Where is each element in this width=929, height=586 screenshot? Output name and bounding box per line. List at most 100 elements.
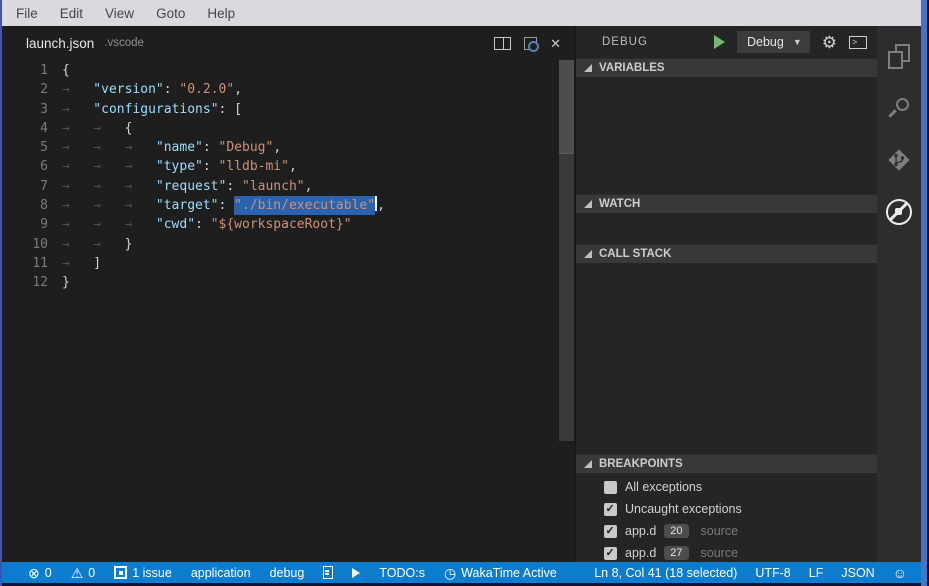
code-token: ] <box>93 254 101 273</box>
breakpoint-row-uncaught-exceptions[interactable]: Uncaught exceptions <box>576 498 877 520</box>
breakpoint-row-app-d-20[interactable]: app.d 20 source <box>576 520 877 542</box>
code-token: "target" <box>156 196 219 215</box>
code-line[interactable]: 6→→→"type": "lldb-mi", <box>2 157 575 176</box>
checkbox[interactable] <box>604 547 617 560</box>
code-line[interactable]: 7→→→"request": "launch", <box>2 177 575 196</box>
error-count[interactable]: ⊗ 0 <box>28 566 52 580</box>
tab-whitespace-icon: → <box>93 138 124 157</box>
section-header-watch[interactable]: WATCH <box>576 194 877 213</box>
line-number: 3 <box>2 100 48 119</box>
code-line[interactable]: 8→→→"target": "./bin/executable", <box>2 196 575 215</box>
breakpoint-label: app.d <box>625 546 656 560</box>
error-icon: ⊗ <box>28 566 40 580</box>
call-stack-body <box>576 263 877 454</box>
debug-console-icon[interactable]: > <box>849 36 867 49</box>
section-header-call-stack[interactable]: CALL STACK <box>576 244 877 263</box>
variables-header-label: VARIABLES <box>599 62 665 74</box>
code-token: { <box>62 61 70 80</box>
code-token: { <box>125 119 133 138</box>
todo-status[interactable]: TODO:s <box>379 566 425 580</box>
menu-item-edit[interactable]: Edit <box>49 6 94 21</box>
tab-whitespace-icon: → <box>93 119 124 138</box>
tab-whitespace-icon: → <box>62 138 93 157</box>
breakpoints-body: All exceptions Uncaught exceptions app.d… <box>576 473 877 562</box>
code-token: "${workspaceRoot}" <box>211 215 352 234</box>
encoding-status[interactable]: UTF-8 <box>755 566 790 580</box>
start-debug-icon[interactable] <box>714 35 725 49</box>
code-line[interactable]: 1{ <box>2 61 575 80</box>
code-line[interactable]: 4→→{ <box>2 119 575 138</box>
window-border-left <box>0 0 2 586</box>
code-token: , <box>234 80 242 99</box>
cursor-position-status[interactable]: Ln 8, Col 41 (18 selected) <box>594 566 737 580</box>
tab-launch-json[interactable]: launch.json <box>26 36 94 51</box>
git-icon[interactable] <box>877 134 921 186</box>
menu-item-file[interactable]: File <box>16 6 49 21</box>
breakpoint-label: Uncaught exceptions <box>625 502 742 516</box>
debug-config-value: Debug <box>747 35 784 49</box>
tab-whitespace-icon: → <box>93 215 124 234</box>
code-token: , <box>273 138 281 157</box>
code-token: : <box>203 138 219 157</box>
line-number: 12 <box>2 273 48 292</box>
line-number: 5 <box>2 138 48 157</box>
document-icon <box>323 566 333 579</box>
issues-status[interactable]: 1 issue <box>114 566 172 580</box>
checkbox[interactable] <box>604 503 617 516</box>
feedback-status[interactable]: ☺ <box>893 566 907 580</box>
checkbox[interactable] <box>604 481 617 494</box>
menu-item-view[interactable]: View <box>94 6 145 21</box>
menu-item-goto[interactable]: Goto <box>145 6 196 21</box>
tab-path-hint: .vscode <box>104 37 144 49</box>
configure-gear-icon[interactable]: ⚙ <box>822 34 837 51</box>
line-number: 10 <box>2 235 48 254</box>
code-token: } <box>125 235 133 254</box>
tab-whitespace-icon: → <box>125 215 156 234</box>
breakpoint-source-label: source <box>701 524 739 538</box>
section-header-variables[interactable]: VARIABLES <box>576 58 877 77</box>
breakpoint-row-app-d-27[interactable]: app.d 27 source <box>576 542 877 564</box>
section-header-breakpoints[interactable]: BREAKPOINTS <box>576 454 877 473</box>
line-number: 6 <box>2 157 48 176</box>
code-line[interactable]: 5→→→"name": "Debug", <box>2 138 575 157</box>
checkbox[interactable] <box>604 525 617 538</box>
warning-count[interactable]: ⚠ 0 <box>71 566 96 580</box>
eol-status[interactable]: LF <box>809 566 824 580</box>
language-mode-status[interactable]: JSON <box>841 566 874 580</box>
build-config-status[interactable]: debug <box>270 566 305 580</box>
editor-scrollbar[interactable] <box>559 60 574 441</box>
debug-icon[interactable] <box>877 186 921 238</box>
debug-panel-title: DEBUG <box>602 36 648 48</box>
preview-search-icon[interactable] <box>524 37 537 50</box>
menu-item-help[interactable]: Help <box>196 6 246 21</box>
code-token: , <box>377 196 385 215</box>
build-file-status[interactable] <box>323 566 333 579</box>
code-line[interactable]: 3→"configurations": [ <box>2 100 575 119</box>
code-line[interactable]: 11→] <box>2 254 575 273</box>
run-status[interactable] <box>352 568 360 578</box>
code-token: "0.2.0" <box>179 80 234 99</box>
code-line[interactable]: 12} <box>2 273 575 292</box>
code-token: "cwd" <box>156 215 195 234</box>
code-line[interactable]: 2→"version": "0.2.0", <box>2 80 575 99</box>
code-token: , <box>305 177 313 196</box>
breakpoint-label: All exceptions <box>625 480 702 494</box>
search-icon[interactable] <box>877 82 921 134</box>
close-icon[interactable]: ✕ <box>550 37 561 50</box>
code-editor[interactable]: 1{2→"version": "0.2.0",3→"configurations… <box>2 60 575 562</box>
explorer-icon[interactable] <box>877 30 921 82</box>
scrollbar-thumb[interactable] <box>559 60 574 154</box>
code-line[interactable]: 9→→→"cwd": "${workspaceRoot}" <box>2 215 575 234</box>
tab-whitespace-icon: → <box>93 235 124 254</box>
warning-icon: ⚠ <box>71 566 84 580</box>
section-expand-icon <box>584 460 592 468</box>
breakpoint-row-all-exceptions[interactable]: All exceptions <box>576 476 877 498</box>
code-token: , <box>289 157 297 176</box>
code-line[interactable]: 10→→} <box>2 235 575 254</box>
project-status[interactable]: application <box>191 566 251 580</box>
wakatime-status[interactable]: ◷ WakaTime Active <box>444 566 557 580</box>
line-number: 8 <box>2 196 48 215</box>
split-editor-icon[interactable] <box>494 37 511 50</box>
debug-config-dropdown[interactable]: Debug ▼ <box>737 31 810 53</box>
vscode-window: File Edit View Goto Help launch.json .vs… <box>0 0 929 586</box>
